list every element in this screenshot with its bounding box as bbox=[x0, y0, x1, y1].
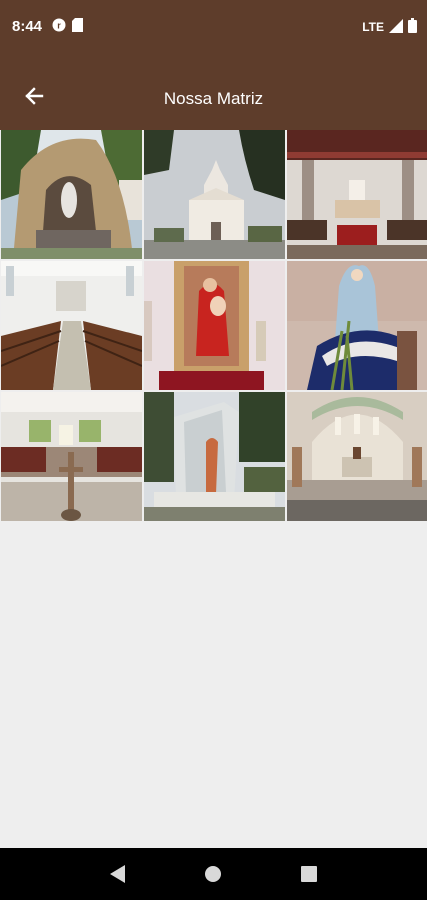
notification-app-icon: r bbox=[52, 18, 66, 37]
app-bar: Nossa Matriz bbox=[0, 56, 427, 130]
sd-card-icon bbox=[72, 18, 83, 37]
gallery-photo-altar-interior[interactable] bbox=[287, 130, 427, 259]
status-time: 8:44 bbox=[12, 18, 43, 35]
gallery-photo-facade[interactable] bbox=[144, 130, 285, 259]
status-bar: 8:44 r LTE bbox=[0, 0, 427, 56]
signal-icon bbox=[389, 18, 403, 36]
battery-icon bbox=[408, 18, 417, 36]
system-nav-bar bbox=[0, 848, 427, 900]
back-triangle-icon bbox=[109, 865, 125, 883]
status-left-icons: r bbox=[52, 18, 83, 37]
status-right-icons: LTE bbox=[362, 18, 417, 36]
svg-text:r: r bbox=[57, 21, 61, 31]
nav-back-button[interactable] bbox=[106, 862, 130, 886]
gallery-photo-crucifix[interactable] bbox=[1, 392, 142, 521]
page-title: Nossa Matriz bbox=[163, 89, 264, 108]
gallery-photo-glass-shrine[interactable] bbox=[144, 392, 285, 521]
gallery-photo-saint-statue[interactable] bbox=[144, 261, 285, 390]
gallery-photo-nave[interactable] bbox=[1, 261, 142, 390]
network-type: LTE bbox=[362, 20, 384, 34]
nav-home-button[interactable] bbox=[201, 862, 225, 886]
gallery-photo-main-altar[interactable] bbox=[287, 392, 427, 521]
gallery-photo-virgin-mary[interactable] bbox=[287, 261, 427, 390]
photo-gallery-grid bbox=[1, 130, 427, 521]
nav-recents-button[interactable] bbox=[297, 862, 321, 886]
recents-square-icon bbox=[301, 866, 318, 882]
home-circle-icon bbox=[205, 866, 222, 882]
gallery-photo-grotto[interactable] bbox=[1, 130, 142, 259]
